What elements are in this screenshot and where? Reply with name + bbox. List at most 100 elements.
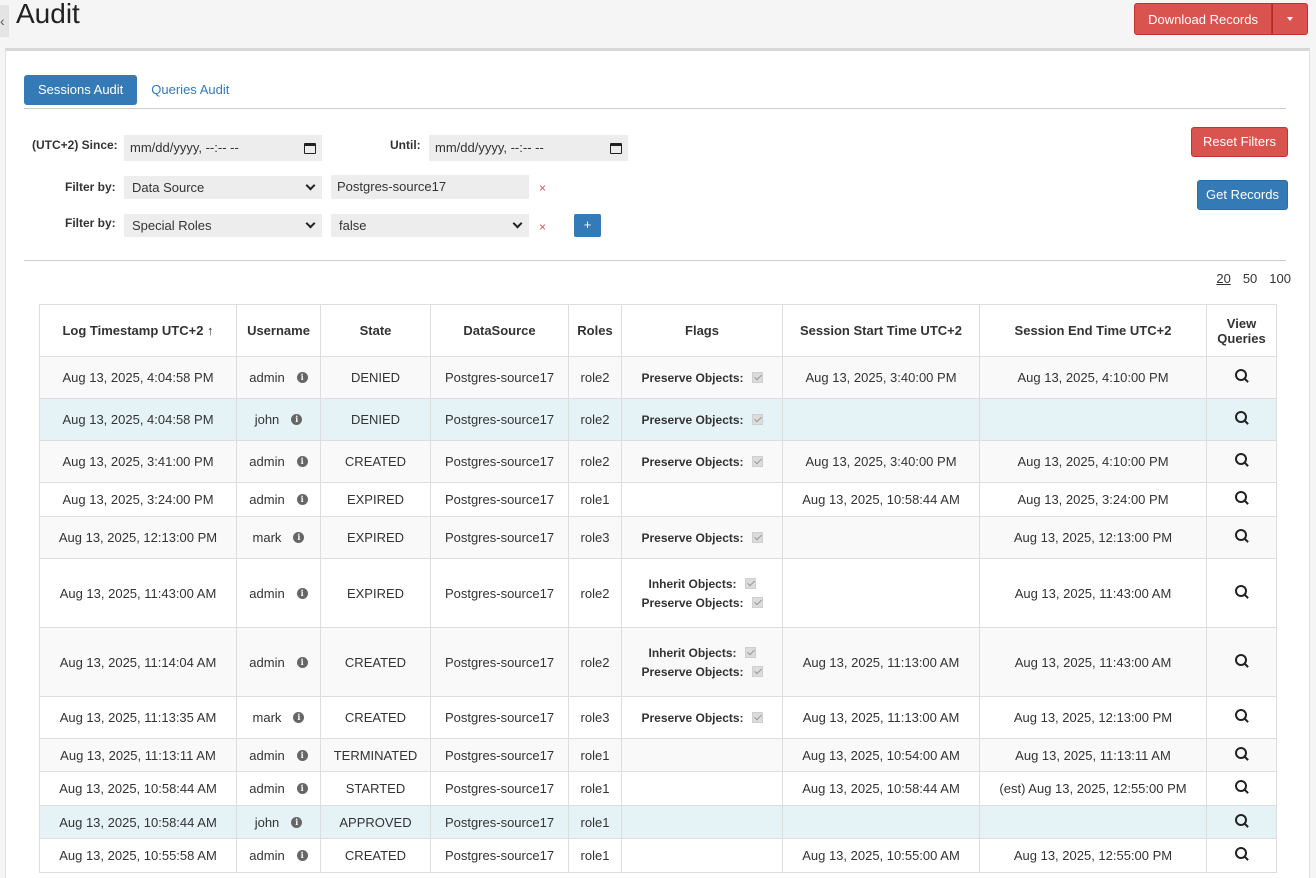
cell-view-queries[interactable] bbox=[1206, 771, 1277, 806]
datasource-text: Postgres-source17 bbox=[444, 654, 555, 670]
session-end-text: Aug 13, 2025, 12:13:00 PM bbox=[1013, 530, 1173, 545]
session-start-text: Aug 13, 2025, 10:54:00 AM bbox=[802, 747, 960, 763]
info-icon[interactable]: i bbox=[296, 656, 308, 668]
add-filter-button[interactable]: + bbox=[574, 214, 601, 237]
search-icon[interactable] bbox=[1234, 369, 1249, 383]
datasource-text: Postgres-source17 bbox=[444, 370, 555, 385]
search-icon[interactable] bbox=[1234, 453, 1249, 467]
search-icon[interactable] bbox=[1234, 709, 1249, 723]
state-text: EXPIRED bbox=[346, 492, 405, 507]
cell-session-end bbox=[979, 805, 1207, 839]
calendar-icon[interactable] bbox=[304, 142, 316, 154]
cell-state: CREATED bbox=[320, 627, 431, 697]
session-start-text: Aug 13, 2025, 10:58:44 AM bbox=[802, 492, 960, 507]
search-icon[interactable] bbox=[1234, 411, 1249, 425]
remove-filter-icon[interactable]: × bbox=[539, 220, 546, 234]
cell-role: role1 bbox=[568, 771, 622, 806]
username-wrapper: john i bbox=[241, 412, 316, 427]
download-options-dropdown[interactable] bbox=[1272, 3, 1308, 35]
cell-role: role3 bbox=[568, 516, 622, 559]
since-datetime-input[interactable]: mm/dd/yyyy, --:-- -- bbox=[124, 135, 322, 161]
username-text: mark bbox=[252, 530, 282, 545]
cell-view-queries[interactable] bbox=[1206, 516, 1277, 559]
cell-datasource: Postgres-source17 bbox=[430, 558, 569, 628]
col-log-timestamp[interactable]: Log Timestamp UTC+2 ↑ bbox=[39, 304, 237, 357]
until-datetime-input[interactable]: mm/dd/yyyy, --:-- -- bbox=[429, 135, 628, 161]
get-records-button[interactable]: Get Records bbox=[1197, 180, 1288, 210]
info-icon[interactable]: i bbox=[296, 749, 308, 761]
info-icon[interactable]: i bbox=[293, 532, 305, 543]
datasource-text: Postgres-source17 bbox=[444, 848, 555, 863]
page-size-100[interactable]: 100 bbox=[1269, 271, 1291, 286]
page-size-20[interactable]: 20 bbox=[1216, 271, 1230, 286]
info-icon[interactable]: i bbox=[296, 783, 308, 794]
info-icon[interactable]: i bbox=[296, 456, 308, 467]
cell-view-queries[interactable] bbox=[1206, 356, 1277, 399]
info-icon[interactable]: i bbox=[291, 816, 303, 828]
cell-role: role2 bbox=[568, 440, 622, 483]
cell-flags: Inherit Objects: Preserve Objects: bbox=[621, 627, 783, 697]
cell-session-end: Aug 13, 2025, 11:13:11 AM bbox=[979, 738, 1207, 772]
cell-role: role1 bbox=[568, 838, 622, 873]
cell-view-queries[interactable] bbox=[1206, 482, 1277, 517]
download-records-button[interactable]: Download Records bbox=[1134, 3, 1272, 35]
username-wrapper: admin i bbox=[241, 781, 316, 796]
search-icon[interactable] bbox=[1234, 529, 1249, 543]
filter-field-select[interactable]: Special Roles bbox=[124, 214, 322, 237]
cell-view-queries[interactable] bbox=[1206, 696, 1277, 739]
back-tab[interactable]: ‹ bbox=[0, 5, 9, 37]
table-row: Aug 13, 2025, 3:41:00 PM admin i CREATED Pos… bbox=[39, 440, 1277, 483]
calendar-icon[interactable] bbox=[610, 142, 622, 154]
cell-username: admin i bbox=[236, 838, 321, 873]
tab-sessions-audit[interactable]: Sessions Audit bbox=[24, 75, 138, 105]
info-icon[interactable]: i bbox=[296, 494, 308, 505]
info-icon[interactable]: i bbox=[293, 712, 305, 723]
datasource-text: Postgres-source17 bbox=[444, 781, 555, 796]
cell-flags bbox=[621, 771, 783, 806]
cell-username: john i bbox=[236, 398, 321, 441]
cell-state: EXPIRED bbox=[320, 558, 431, 628]
state-text: DENIED bbox=[350, 370, 401, 385]
log-timestamp-text: Aug 13, 2025, 3:41:00 PM bbox=[62, 454, 214, 469]
flag-checkbox bbox=[744, 646, 756, 658]
reset-filters-button[interactable]: Reset Filters bbox=[1191, 127, 1288, 157]
remove-filter-icon[interactable]: × bbox=[539, 181, 546, 195]
page-size-50[interactable]: 50 bbox=[1243, 271, 1257, 286]
cell-view-queries[interactable] bbox=[1206, 440, 1277, 483]
tab-queries-audit[interactable]: Queries Audit bbox=[137, 75, 243, 105]
username-wrapper: mark i bbox=[241, 710, 316, 725]
cell-log-timestamp: Aug 13, 2025, 3:41:00 PM bbox=[39, 440, 237, 483]
info-icon[interactable]: i bbox=[296, 372, 308, 383]
search-icon[interactable] bbox=[1234, 847, 1249, 861]
search-icon[interactable] bbox=[1234, 813, 1249, 828]
cell-view-queries[interactable] bbox=[1206, 738, 1277, 772]
info-icon[interactable]: i bbox=[291, 414, 303, 425]
log-timestamp-text: Aug 13, 2025, 4:04:58 PM bbox=[62, 412, 214, 427]
cell-view-queries[interactable] bbox=[1206, 838, 1277, 873]
cell-role: role3 bbox=[568, 696, 622, 739]
search-icon[interactable] bbox=[1234, 653, 1249, 668]
filter-value-input[interactable]: Postgres-source17 bbox=[331, 175, 529, 199]
flag-item: Inherit Objects: bbox=[626, 577, 778, 591]
cell-log-timestamp: Aug 13, 2025, 11:13:35 AM bbox=[39, 696, 237, 739]
cell-view-queries[interactable] bbox=[1206, 805, 1277, 839]
cell-state: DENIED bbox=[320, 356, 431, 399]
role-text: role2 bbox=[580, 454, 610, 469]
cell-username: john i bbox=[236, 805, 321, 839]
filter-field-value: Data Source bbox=[132, 180, 205, 195]
search-icon[interactable] bbox=[1234, 780, 1249, 794]
session-end-text: Aug 13, 2025, 3:24:00 PM bbox=[1017, 492, 1169, 507]
cell-view-queries[interactable] bbox=[1206, 558, 1277, 628]
filter-value-select[interactable]: false bbox=[331, 214, 529, 237]
info-icon[interactable]: i bbox=[296, 850, 308, 861]
cell-role: role1 bbox=[568, 738, 622, 772]
search-icon[interactable] bbox=[1234, 491, 1249, 505]
state-text: APPROVED bbox=[339, 814, 412, 830]
filter-field-select[interactable]: Data Source bbox=[124, 176, 322, 199]
cell-view-queries[interactable] bbox=[1206, 627, 1277, 697]
search-icon[interactable] bbox=[1234, 746, 1249, 761]
info-icon[interactable]: i bbox=[296, 587, 308, 599]
search-icon[interactable] bbox=[1234, 584, 1249, 599]
session-end-text: Aug 13, 2025, 11:43:00 AM bbox=[1014, 585, 1172, 601]
cell-view-queries[interactable] bbox=[1206, 398, 1277, 441]
